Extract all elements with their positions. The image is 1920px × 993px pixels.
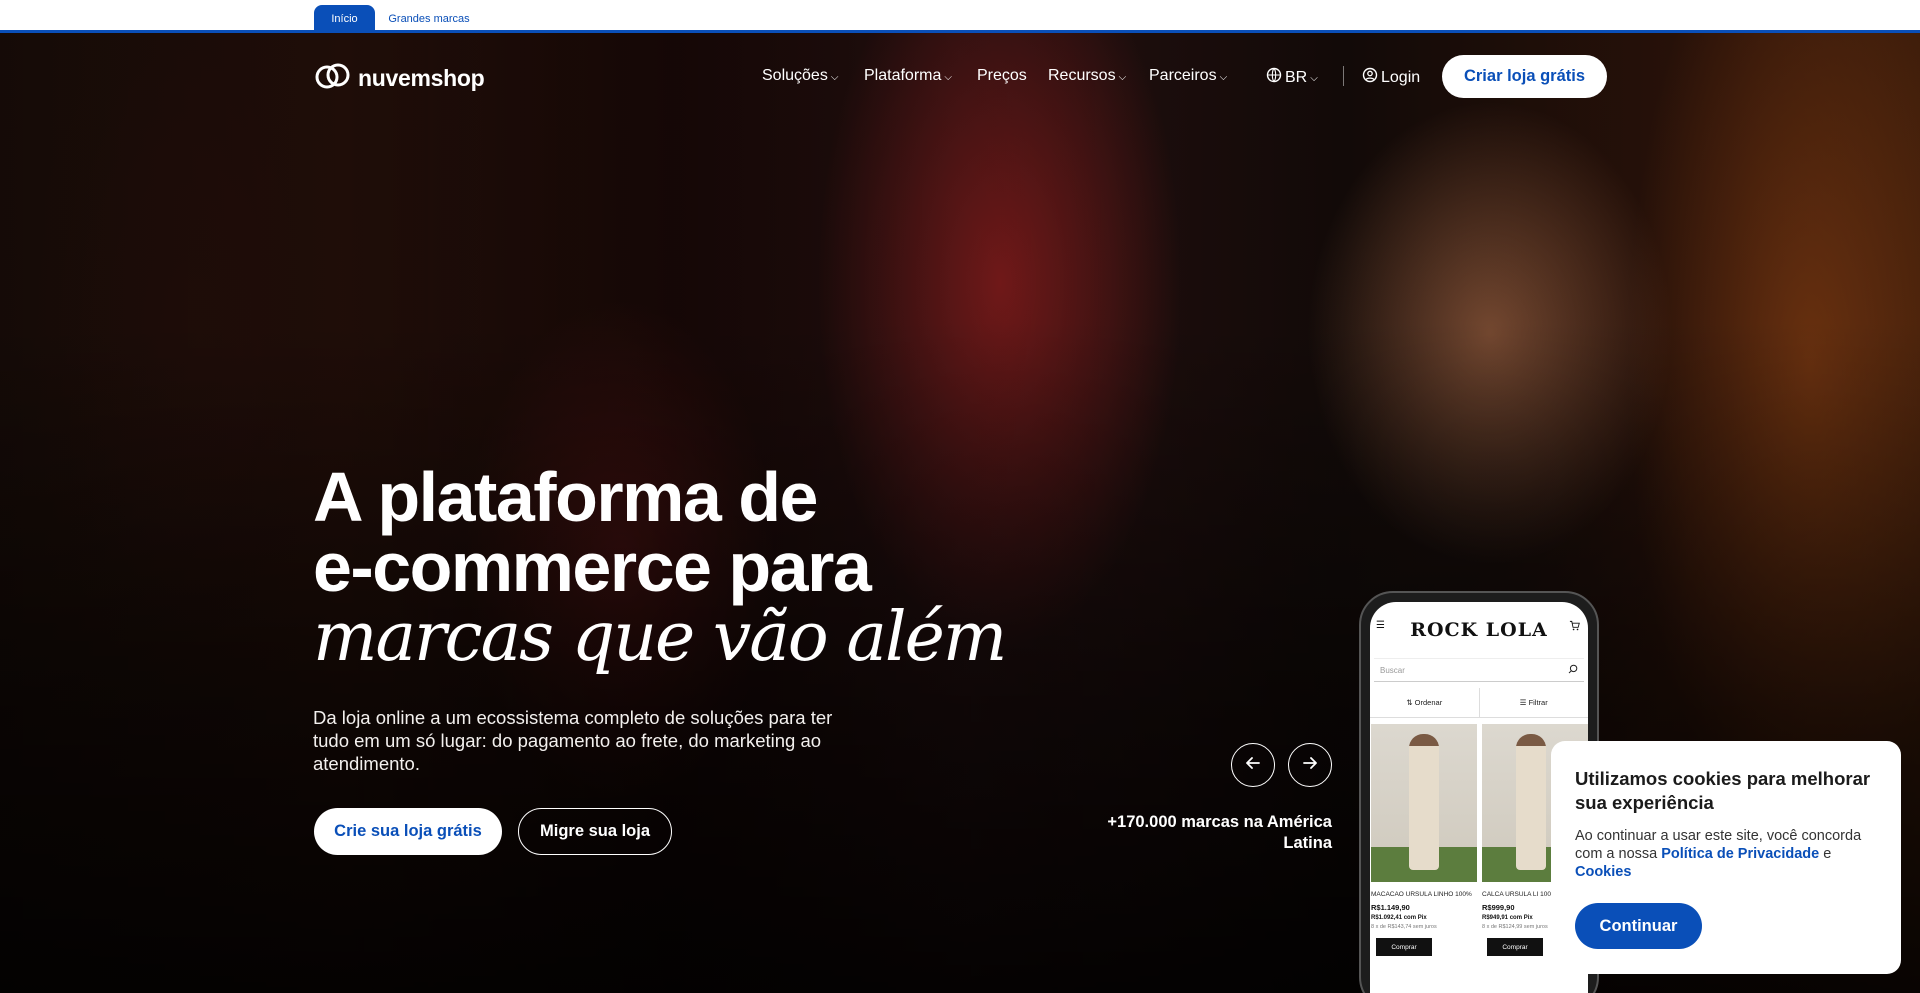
phone-filter-label: Filtrar: [1528, 698, 1548, 707]
search-icon: [1568, 664, 1578, 676]
cart-icon: [1569, 620, 1580, 634]
nav-solucoes[interactable]: Soluções ⌵: [762, 67, 838, 85]
menu-icon: ☰: [1376, 620, 1385, 631]
product-name: MACACAO URSULA LINHO 100%: [1371, 891, 1472, 898]
carousel-next-button[interactable]: [1288, 743, 1332, 787]
phone-header: ☰ ROCK LOLA: [1370, 602, 1588, 658]
phone-search-placeholder: Buscar: [1380, 665, 1405, 675]
nav-solucoes-label: Soluções: [762, 67, 828, 84]
main-nav: nuvemshop Soluções ⌵ Plataforma ⌵ Preços…: [0, 55, 1920, 98]
carousel-prev-button[interactable]: [1231, 743, 1275, 787]
product-price: R$1.149,90: [1371, 903, 1410, 912]
nav-plataforma[interactable]: Plataforma ⌵: [864, 67, 952, 85]
cookie-text-connector: e: [1823, 846, 1832, 862]
country-label: BR: [1285, 68, 1308, 86]
product-image: [1371, 724, 1477, 882]
login-label: Login: [1381, 68, 1421, 86]
nav-divider: [1343, 66, 1344, 86]
product-buy-button: Comprar: [1487, 938, 1543, 956]
product-card: MACACAO URSULA LINHO 100% R$1.149,90 R$1…: [1371, 724, 1477, 956]
nav-recursos[interactable]: Recursos ⌵: [1048, 67, 1126, 85]
product-buy-button: Comprar: [1376, 938, 1432, 956]
chevron-down-icon: ⌵: [944, 71, 952, 83]
brands-count: +170.000 marcas na América Latina: [1107, 813, 1332, 852]
nuvemshop-logo-icon: [314, 62, 352, 95]
nav-plataforma-label: Plataforma: [864, 67, 942, 84]
cookie-title: Utilizamos cookies para melhorar sua exp…: [1575, 768, 1871, 813]
phone-search-input: Buscar: [1374, 658, 1584, 682]
tab-grandes-marcas[interactable]: Grandes marcas: [381, 5, 477, 33]
headline-italic: marcas que vão além: [313, 598, 1007, 677]
migrate-store-button[interactable]: Migre sua loja: [518, 808, 672, 855]
chevron-down-icon: ⌵: [1219, 71, 1228, 83]
nav-parceiros[interactable]: Parceiros ⌵: [1149, 67, 1227, 85]
cookies-link[interactable]: Cookies: [1575, 864, 1631, 880]
phone-filter: ☰ Filtrar: [1519, 698, 1548, 707]
product-installments: 8 x de R$143,74 sem juros: [1371, 924, 1437, 930]
arrow-left-icon: [1243, 753, 1263, 778]
logo[interactable]: nuvemshop: [314, 62, 485, 95]
chevron-down-icon: ⌵: [1118, 71, 1127, 83]
tab-inicio[interactable]: Início: [314, 5, 375, 33]
nav-parceiros-label: Parceiros: [1149, 67, 1217, 84]
phone-brand: ROCK LOLA: [1410, 619, 1548, 641]
product-pix-price: R$1.092,41 com Pix: [1371, 915, 1427, 921]
cookie-continue-button[interactable]: Continuar: [1575, 903, 1702, 949]
arrow-right-icon: [1300, 753, 1320, 778]
globe-icon: [1266, 67, 1282, 88]
logo-text: nuvemshop: [358, 65, 485, 91]
cookie-banner: Utilizamos cookies para melhorar sua exp…: [1551, 741, 1901, 974]
headline-line-1: A plataforma de: [313, 458, 818, 536]
chevron-down-icon: ⌵: [830, 71, 839, 83]
user-icon: [1362, 67, 1378, 88]
hero-subtitle: Da loja online a um ecossistema completo…: [313, 707, 833, 774]
privacy-policy-link[interactable]: Política de Privacidade: [1661, 846, 1819, 862]
create-store-button[interactable]: Criar loja grátis: [1442, 55, 1607, 98]
nav-precos-label: Preços: [977, 67, 1027, 84]
phone-sort-label: Ordenar: [1414, 698, 1443, 707]
phone-filters: ⇅ Ordenar ☰ Filtrar: [1370, 688, 1588, 718]
nav-precos[interactable]: Preços: [977, 67, 1027, 85]
headline-line-2: e-commerce para: [313, 528, 872, 606]
login-link[interactable]: Login: [1362, 67, 1420, 88]
nav-recursos-label: Recursos: [1048, 67, 1116, 84]
create-store-hero-button[interactable]: Crie sua loja grátis: [314, 808, 502, 855]
top-strip: Início Grandes marcas: [0, 0, 1920, 33]
chevron-down-icon: ⌵: [1310, 73, 1318, 84]
phone-sort: ⇅ Ordenar: [1370, 688, 1480, 717]
cookie-text: Ao continuar a usar este site, você conc…: [1575, 827, 1877, 881]
hero-headline: A plataforma de e-commerce para marcas q…: [313, 458, 1007, 677]
country-selector[interactable]: BR ⌵: [1266, 67, 1318, 88]
